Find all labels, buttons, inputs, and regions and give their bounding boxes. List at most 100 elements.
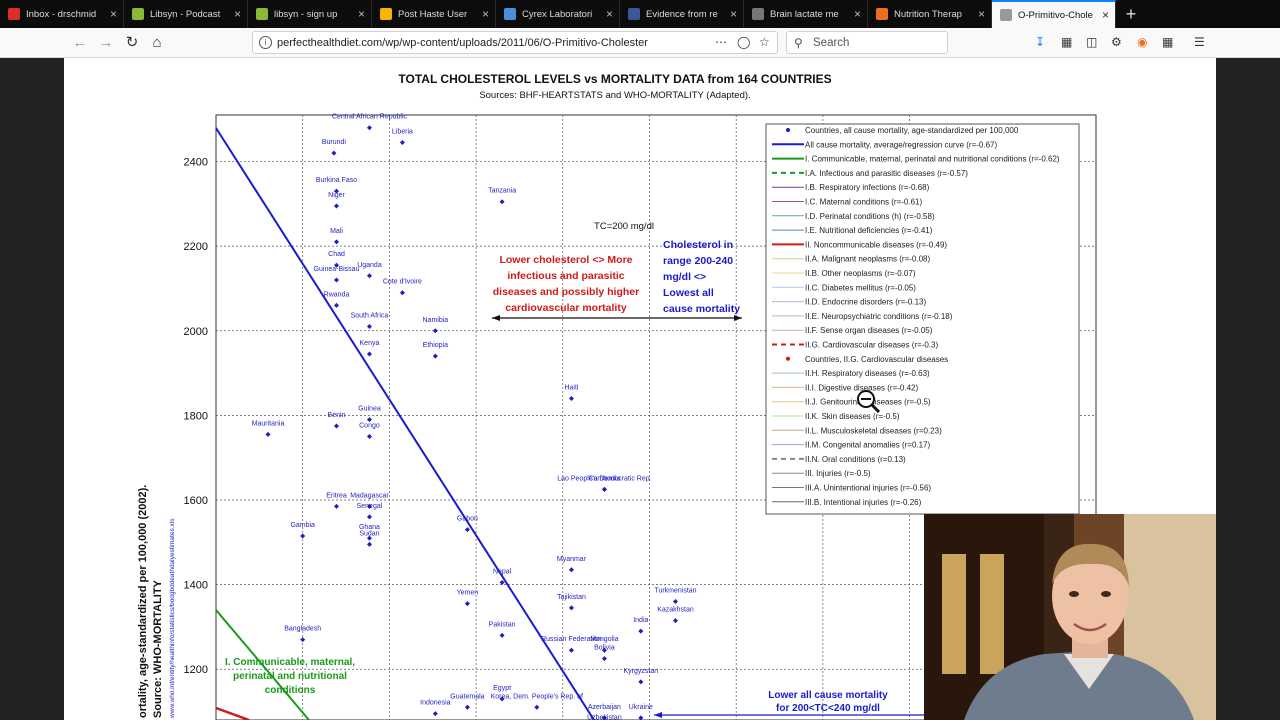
tab-label: libsyn - sign up <box>274 8 338 20</box>
data-point <box>432 711 438 717</box>
data-point-label: Bangladesh <box>284 626 321 633</box>
close-icon[interactable]: × <box>1102 8 1109 22</box>
tab-5[interactable]: Evidence from re × <box>620 0 744 28</box>
tab-list: Inbox - drschmid × Libsyn - Podcast × libsyn… <box>0 0 1116 28</box>
data-point-label: Senegal <box>357 503 383 510</box>
data-point <box>334 203 340 209</box>
tab-bar: Inbox - drschmid × Libsyn - Podcast × libsyn… <box>0 0 1280 28</box>
data-point-label: Pakistan <box>489 621 516 628</box>
close-icon[interactable]: × <box>110 7 117 21</box>
data-point-label: Myanmar <box>557 556 587 563</box>
data-point <box>499 199 505 205</box>
close-icon[interactable]: × <box>234 7 241 21</box>
close-icon[interactable]: × <box>606 7 613 21</box>
back-icon[interactable]: ← <box>70 33 90 53</box>
y-tick-label: 1600 <box>184 495 208 507</box>
page-icon <box>504 8 516 20</box>
data-point <box>334 302 340 308</box>
library-icon[interactable]: ▦ <box>1061 35 1072 49</box>
range-arrow-right-head <box>734 315 742 321</box>
data-point-label: Eritrea <box>326 492 347 499</box>
data-point-label: Kyrgyzstan <box>624 668 659 675</box>
tab-0[interactable]: Inbox - drschmid × <box>0 0 124 28</box>
data-point-label: Kazakhstan <box>657 607 694 614</box>
data-point <box>366 273 372 279</box>
red-annotation: Lower cholesterol <> More infectious and … <box>493 254 639 314</box>
legend-entry: I.C. Maternal conditions (r=-0.61) <box>805 198 922 207</box>
data-point-label: Namibia <box>423 317 449 324</box>
tab-label: Evidence from re <box>646 8 718 20</box>
account-icon[interactable]: ◉ <box>1137 35 1147 49</box>
data-point-label: Nepal <box>493 569 512 576</box>
download-icon[interactable]: ↧ <box>1035 35 1045 49</box>
y-axis-source: Source: WHO-MORTALITY <box>152 579 164 718</box>
tab-2[interactable]: libsyn - sign up × <box>248 0 372 28</box>
search-icon: ⚲ <box>794 36 803 50</box>
data-point-label: Gabon <box>457 516 478 523</box>
url-bar[interactable]: i perfecthealthdiet.com/wp/wp-content/up… <box>252 31 778 54</box>
data-point <box>300 637 306 643</box>
forward-icon[interactable]: → <box>96 33 116 53</box>
data-point <box>334 503 340 509</box>
data-point-label: Guatemala <box>450 693 484 700</box>
data-point-label: Tanzania <box>488 188 516 195</box>
data-point-label: Guinea <box>358 406 381 413</box>
blue_text-line: Cholesterol in <box>663 239 733 251</box>
close-icon[interactable]: × <box>730 7 737 21</box>
data-point-label: Guinea-Bissau <box>314 266 360 273</box>
tab-8[interactable]: O-Primitivo-Chole × <box>992 0 1116 28</box>
legend-entry: II. Noncommunicable diseases (r=-0.49) <box>805 240 947 249</box>
tab-label: Inbox - drschmid <box>26 8 97 20</box>
data-point <box>464 527 470 533</box>
data-point-label: Gambia <box>290 522 315 529</box>
bookmark-star-icon[interactable]: ☆ <box>759 35 770 49</box>
close-icon[interactable]: × <box>358 7 365 21</box>
site-info-icon[interactable]: i <box>259 36 272 49</box>
page-actions-icon[interactable]: ⋯ <box>715 35 727 49</box>
y-tick-label: 1200 <box>184 664 208 676</box>
data-point-label: Egypt <box>493 685 511 692</box>
close-icon[interactable]: × <box>482 7 489 21</box>
tab-7[interactable]: Nutrition Therap × <box>868 0 992 28</box>
close-icon[interactable]: × <box>854 7 861 21</box>
data-point-label: Cote d'Ivoire <box>383 279 422 286</box>
data-point-label: Uganda <box>357 262 382 269</box>
data-point <box>366 434 372 440</box>
search-placeholder: Search <box>813 37 850 49</box>
reload-icon[interactable]: ↻ <box>122 33 142 53</box>
search-input[interactable]: ⚲ Search <box>786 31 948 54</box>
y-axis-ticks: 1200 1400 1600 1800 2000 2200 2400 <box>184 157 208 677</box>
home-icon[interactable]: ⌂ <box>147 33 167 53</box>
data-point-label: Ethiopia <box>423 342 448 349</box>
legend-entry: II.A. Malignant neoplasms (r=-0.08) <box>805 255 931 264</box>
libsyn-icon <box>132 8 144 20</box>
doc-icon <box>628 8 640 20</box>
green_text-line: I. Communicable, maternal, <box>225 657 355 668</box>
bottom-arrow-head <box>654 712 662 718</box>
data-point-label: Burundi <box>322 139 347 146</box>
sidebar-icon[interactable]: ◫ <box>1086 35 1097 49</box>
close-icon[interactable]: × <box>978 7 985 21</box>
y-tick-label: 2200 <box>184 241 208 253</box>
menu-icon[interactable]: ☰ <box>1194 35 1205 49</box>
data-point-label: Tajikistan <box>557 594 586 601</box>
data-point-label: Korea, Dem. People's Rep. of <box>491 693 583 700</box>
tab-6[interactable]: Brain lactate me × <box>744 0 868 28</box>
data-point <box>568 605 574 611</box>
data-point <box>331 150 337 156</box>
red_text-line: diseases and possibly higher <box>493 286 639 298</box>
tab-1[interactable]: Libsyn - Podcast × <box>124 0 248 28</box>
extension-icon[interactable]: ⚙ <box>1111 35 1122 49</box>
data-point <box>601 486 607 492</box>
data-point <box>366 541 372 547</box>
tab-3[interactable]: Post Haste User × <box>372 0 496 28</box>
grid-icon[interactable]: ▦ <box>1162 35 1173 49</box>
legend-entry: II.G. Cardiovascular diseases (r=-0.3) <box>805 341 938 350</box>
new-tab-button[interactable]: + <box>1116 0 1146 28</box>
tab-4[interactable]: Cyrex Laboratori × <box>496 0 620 28</box>
data-point-label: Haiti <box>564 384 578 391</box>
data-point-label: Yemen <box>457 590 479 597</box>
pocket-icon[interactable]: ◯ <box>737 35 750 49</box>
libsyn-icon <box>256 8 268 20</box>
legend-entry: I.B. Respiratory infections (r=-0.68) <box>805 183 930 192</box>
